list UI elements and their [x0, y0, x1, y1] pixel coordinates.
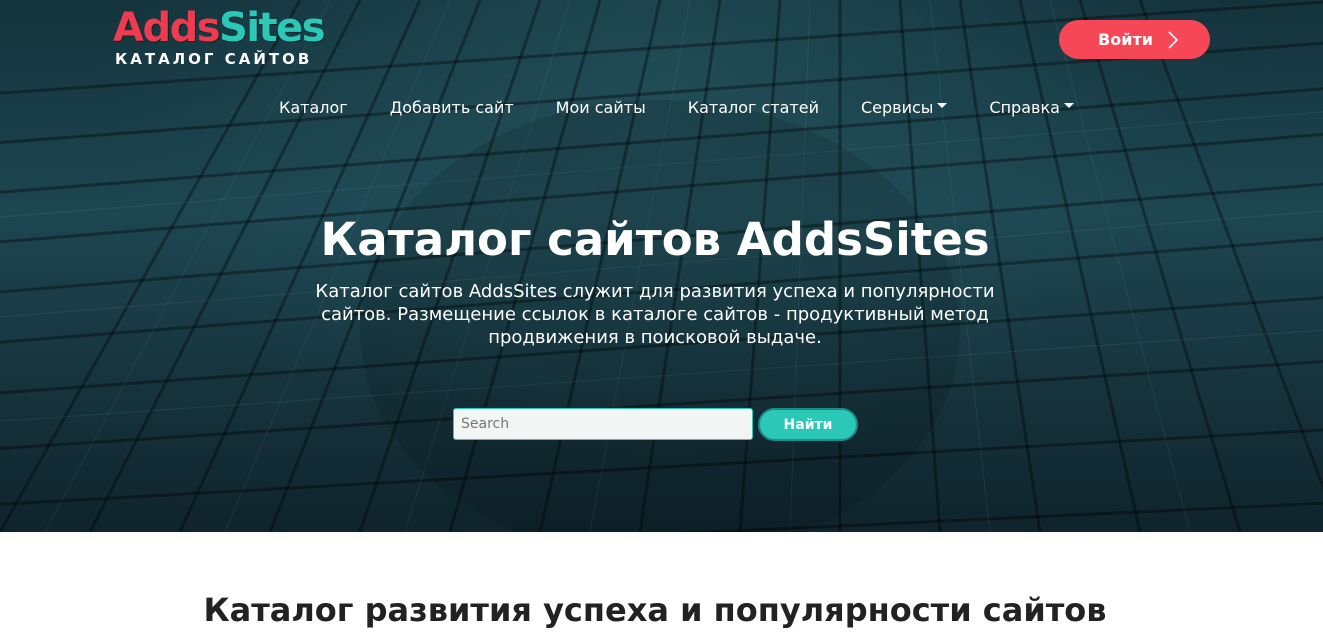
nav-item-articles[interactable]: Каталог статей: [667, 98, 840, 117]
logo-sites-text: Sites: [219, 5, 326, 51]
caret-down-icon: [937, 102, 948, 108]
nav-item-services[interactable]: Сервисы: [840, 98, 968, 117]
search-button[interactable]: Найти: [758, 408, 858, 441]
nav-item-label: Мои сайты: [555, 97, 646, 117]
logo-adds-text: Adds: [113, 5, 221, 51]
nav-item-my-sites[interactable]: Мои сайты: [535, 98, 667, 117]
nav-item-label: Сервисы: [860, 97, 934, 117]
nav-item-label: Справка: [989, 97, 1060, 117]
login-button[interactable]: Войти: [1059, 20, 1210, 59]
hero-title: Каталог сайтов AddsSites: [320, 213, 990, 266]
caret-down-icon: [1063, 102, 1074, 108]
section-title: Каталог развития успеха и популярности с…: [203, 591, 1107, 629]
search-form: Найти: [453, 408, 858, 441]
nav-item-add-site[interactable]: Добавить сайт: [369, 98, 535, 117]
nav-item-help[interactable]: Справка: [968, 98, 1095, 117]
nav-item-catalog[interactable]: Каталог: [258, 98, 369, 117]
chevron-right-icon: [1168, 30, 1179, 49]
nav-item-label: Добавить сайт: [389, 97, 514, 117]
site-logo[interactable]: AddsSites КАТАЛОГ САЙТОВ: [113, 5, 326, 68]
nav-item-label: Каталог: [279, 97, 348, 117]
logo-wordmark: AddsSites: [113, 5, 326, 51]
hero-description: Каталог сайтов AddsSites служит для разв…: [315, 281, 995, 348]
hero-section: AddsSites КАТАЛОГ САЙТОВ Войти Каталог Д…: [0, 0, 1323, 532]
logo-subtitle: КАТАЛОГ САЙТОВ: [115, 50, 313, 68]
main-nav: Каталог Добавить сайт Мои сайты Каталог …: [258, 94, 1095, 120]
login-label: Войти: [1098, 30, 1153, 49]
search-input[interactable]: [453, 408, 753, 440]
nav-item-label: Каталог статей: [687, 97, 819, 117]
